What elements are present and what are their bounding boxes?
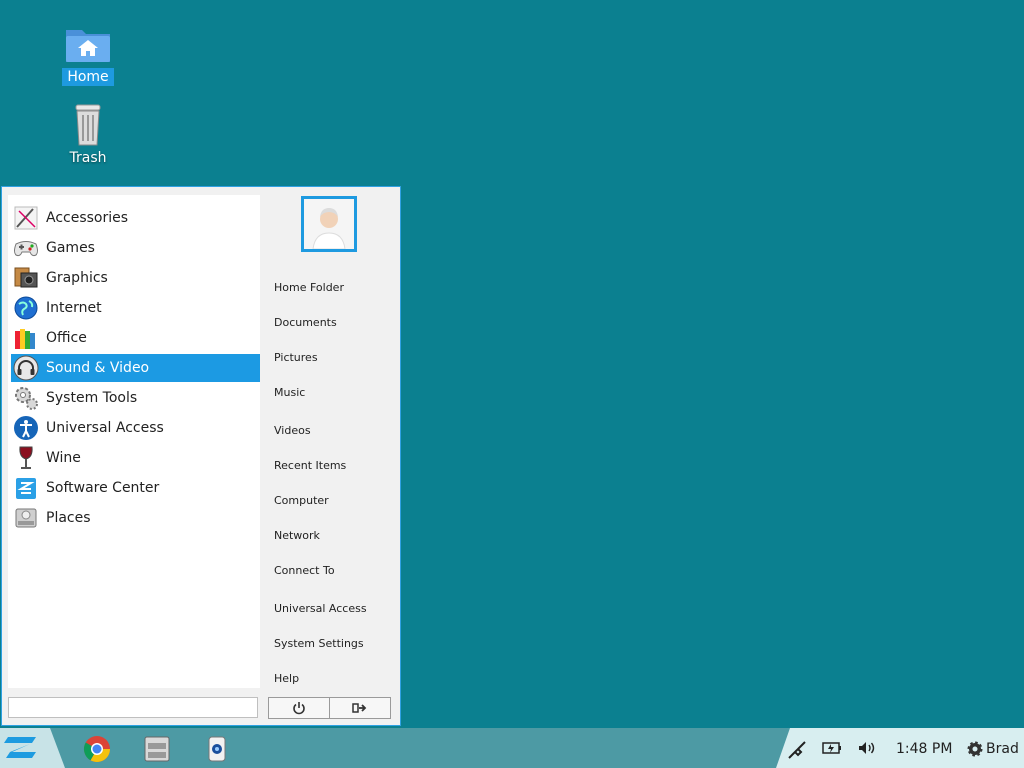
category-wine[interactable]: Wine [11, 444, 260, 472]
camera-icon [208, 736, 226, 762]
logout-button[interactable] [329, 697, 391, 719]
battery-status[interactable] [822, 740, 842, 760]
home-folder-icon [66, 30, 110, 62]
globe-icon [14, 296, 38, 320]
taskbar-chrome[interactable] [82, 734, 112, 764]
logout-icon [352, 703, 367, 713]
place-connect-to[interactable]: Connect To [274, 564, 335, 577]
start-button[interactable] [0, 728, 65, 768]
user-avatar-icon [304, 199, 354, 250]
graphics-icon [14, 267, 38, 288]
category-universal-access[interactable]: Universal Access [11, 414, 260, 442]
avatar[interactable] [301, 196, 357, 252]
clock[interactable]: 1:48 PM [896, 741, 952, 757]
gear-icon [967, 741, 983, 757]
category-system-tools[interactable]: System Tools [11, 384, 260, 412]
desktop-icon-trash[interactable]: Trash [53, 103, 123, 167]
battery-icon [822, 742, 841, 754]
category-games[interactable]: Games [11, 234, 260, 262]
taskbar-camera[interactable] [202, 734, 232, 764]
place-videos[interactable]: Videos [274, 424, 311, 437]
user-menu-label[interactable]: Brad [986, 741, 1019, 757]
start-menu: Accessories Games Graphics Internet Offi… [1, 186, 401, 726]
taskbar-file-manager[interactable] [142, 734, 172, 764]
place-universal-access[interactable]: Universal Access [274, 602, 367, 615]
network-status[interactable] [787, 740, 807, 764]
taskbar: 1:48 PM Brad [0, 728, 1024, 768]
category-graphics[interactable]: Graphics [11, 264, 260, 292]
desktop-icon-home[interactable]: Home [53, 22, 123, 86]
power-button[interactable] [268, 697, 330, 719]
places-panel: Home Folder Documents Pictures Music Vid… [262, 195, 394, 688]
file-manager-icon [144, 736, 170, 762]
desktop-icon-label: Home [62, 68, 114, 86]
volume-icon [859, 742, 875, 754]
search-input[interactable] [8, 697, 258, 718]
place-recent-items[interactable]: Recent Items [274, 459, 346, 472]
category-internet[interactable]: Internet [11, 294, 260, 322]
place-system-settings[interactable]: System Settings [274, 637, 364, 650]
place-pictures[interactable]: Pictures [274, 351, 318, 364]
place-computer[interactable]: Computer [274, 494, 329, 507]
volume-control[interactable] [857, 740, 877, 760]
desktop-icon-label: Trash [69, 150, 107, 166]
network-icon [788, 741, 806, 759]
chrome-icon [83, 736, 111, 763]
office-icon [15, 329, 35, 349]
category-accessories[interactable]: Accessories [11, 204, 260, 232]
drive-icon [15, 508, 37, 528]
user-menu-gear[interactable] [966, 740, 984, 762]
place-music[interactable]: Music [274, 386, 305, 399]
headphones-icon [13, 355, 39, 381]
place-network[interactable]: Network [274, 529, 320, 542]
category-software-center[interactable]: Software Center [11, 474, 260, 502]
zorin-logo-icon [4, 737, 36, 758]
accessories-icon [14, 206, 38, 230]
gears-icon [15, 387, 38, 410]
accessibility-icon [14, 416, 38, 440]
category-office[interactable]: Office [11, 324, 260, 352]
category-list: Accessories Games Graphics Internet Offi… [8, 195, 260, 688]
wine-glass-icon [19, 446, 33, 469]
category-places[interactable]: Places [11, 504, 260, 532]
software-center-icon [16, 478, 36, 499]
power-icon [293, 702, 305, 715]
place-help[interactable]: Help [274, 672, 299, 685]
place-documents[interactable]: Documents [274, 316, 337, 329]
gamepad-icon [14, 241, 38, 257]
place-home-folder[interactable]: Home Folder [274, 281, 344, 294]
category-sound-video[interactable]: Sound & Video [11, 354, 260, 382]
trash-icon [75, 104, 101, 146]
